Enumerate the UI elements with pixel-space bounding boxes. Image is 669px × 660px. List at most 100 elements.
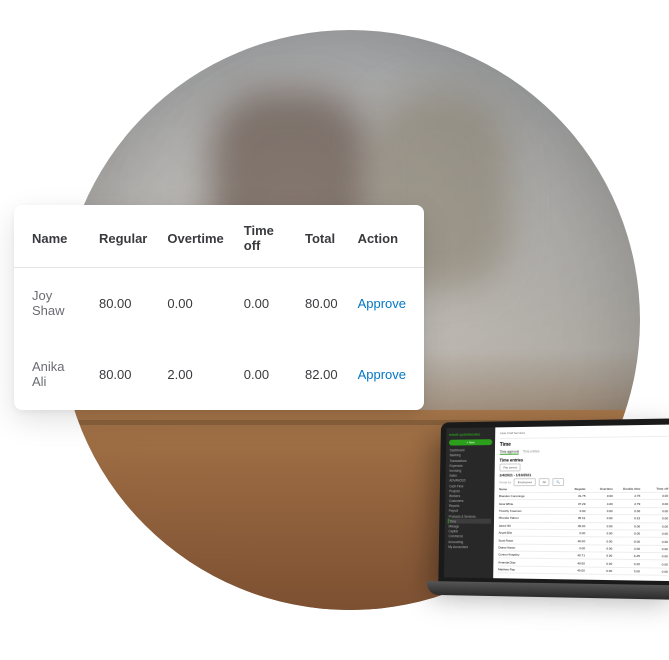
gcell-regular: 40.00	[558, 539, 585, 543]
cell-overtime: 0.00	[157, 268, 233, 339]
gcol-timeoff: Time off	[640, 487, 668, 491]
cell-overtime: 2.00	[157, 339, 233, 410]
cell-name: Anika Ali	[14, 339, 89, 410]
cell-name: Joy Shaw	[14, 268, 89, 339]
gcell-timeoff: 0.00	[640, 524, 668, 528]
gcell-doubletime: 0.00	[612, 546, 640, 550]
approve-button[interactable]: Approve	[358, 296, 406, 311]
gcell-doubletime: 2.79	[613, 502, 641, 506]
gcell-timeoff: 0.00	[640, 502, 668, 506]
gcell-timeoff: 0.00	[640, 569, 668, 574]
gcell-overtime: 0.00	[585, 569, 612, 573]
new-button[interactable]: + New	[449, 439, 492, 445]
gcol-overtime: Overtime	[586, 487, 613, 491]
grid-row[interactable]: Brandon Cummings31.750.002.750.00	[499, 493, 668, 501]
cell-total: 82.00	[295, 339, 348, 410]
gcell-doubletime: 0.22	[613, 517, 641, 521]
app-screenshot: intuit quickbooks + New DashboardBanking…	[444, 425, 669, 582]
gcell-doubletime: 3.25	[612, 561, 640, 565]
col-total: Total	[295, 205, 348, 268]
gcell-regular: 0.00	[558, 546, 585, 550]
gcell-timeoff: 0.00	[640, 554, 668, 558]
time-approval-table: Name Regular Overtime Time off Total Act…	[14, 205, 424, 410]
time-approval-card: Name Regular Overtime Time off Total Act…	[14, 205, 424, 410]
gcell-regular: 37.29	[558, 502, 585, 506]
gcell-timeoff: 0.00	[640, 547, 668, 551]
approve-button[interactable]: Approve	[358, 367, 406, 382]
table-header-row: Name Regular Overtime Time off Total Act…	[14, 205, 424, 268]
gcell-overtime: 0.00	[585, 561, 612, 565]
gcell-doubletime: 3.00	[612, 569, 640, 573]
gcell-name: Gina White	[499, 502, 559, 506]
gcell-doubletime: 0.00	[613, 509, 641, 513]
gcell-doubletime: 0.00	[612, 524, 640, 528]
cell-timeoff: 0.00	[234, 339, 295, 410]
gcell-doubletime: 0.00	[612, 531, 640, 535]
gcell-name: Amanda Diaz	[498, 560, 558, 565]
filter-select[interactable]: All	[539, 478, 550, 486]
group-by-label: Group by	[499, 480, 511, 484]
app-sidebar: intuit quickbooks + New DashboardBanking…	[444, 427, 495, 578]
table-row: Joy Shaw 80.00 0.00 0.00 80.00 Approve	[14, 268, 424, 339]
grid-row[interactable]: Matthew Ray40.000.003.000.00	[498, 566, 668, 576]
col-timeoff: Time off	[234, 205, 295, 268]
laptop-screen: intuit quickbooks + New DashboardBanking…	[438, 418, 669, 587]
gcell-doubletime: 2.75	[613, 494, 641, 498]
time-entries-grid: Name Regular Overtime Double time Time o…	[498, 485, 668, 576]
pay-period-select[interactable]: Pay period	[499, 463, 520, 471]
tab-time-approval[interactable]: Time approval	[500, 450, 519, 455]
gcell-name: Matthew Ray	[498, 567, 558, 572]
gcell-timeoff: 0.00	[640, 494, 668, 498]
gcell-overtime: 0.00	[585, 494, 612, 498]
cell-total: 80.00	[295, 268, 348, 339]
gcell-regular: 35.31	[558, 516, 585, 520]
gcell-timeoff: 0.00	[640, 532, 668, 536]
gcell-regular: 0.00	[558, 509, 585, 513]
col-name: Name	[14, 205, 89, 268]
gcell-overtime: 0.00	[585, 516, 612, 520]
filter-row: Pay period	[499, 462, 668, 471]
gcell-name: Brandon Cummings	[499, 494, 559, 498]
gcell-timeoff: 0.00	[640, 517, 668, 521]
app-main: Intuit Craft Services Time Time approval…	[493, 425, 669, 582]
cell-regular: 80.00	[89, 339, 157, 410]
gcell-name: Rhonda Palmer	[499, 516, 559, 520]
gcol-regular: Regular	[559, 487, 586, 491]
gcell-overtime: 0.00	[585, 539, 612, 543]
col-overtime: Overtime	[157, 205, 233, 268]
gcell-doubletime: 0.00	[612, 539, 640, 543]
group-by-select[interactable]: Employees	[514, 478, 536, 486]
gcell-overtime: 0.00	[585, 524, 612, 528]
table-row: Anika Ali 80.00 2.00 0.00 82.00 Approve	[14, 339, 424, 410]
gcell-timeoff: 0.00	[640, 562, 668, 566]
gcol-name: Name	[499, 487, 559, 491]
cell-regular: 80.00	[89, 268, 157, 339]
page-tabs: Time approval Time entries	[500, 448, 669, 456]
gcell-name: Jared Hill	[499, 523, 559, 527]
gcell-timeoff: 0.00	[640, 509, 668, 513]
gcell-overtime: 0.00	[585, 509, 612, 513]
tab-time-entries[interactable]: Time entries	[523, 449, 540, 454]
gcell-name: Connor Kingsley	[498, 553, 558, 558]
gcell-name: Scott Rowe	[498, 538, 558, 542]
brand-logo: intuit quickbooks	[449, 430, 492, 437]
gcell-name: Angel Ellis	[499, 531, 559, 535]
search-input[interactable]: 🔍	[552, 478, 564, 486]
gcell-doubletime: 4.25	[612, 554, 640, 558]
gcell-overtime: 0.00	[585, 546, 612, 550]
col-action: Action	[348, 205, 424, 268]
gcell-overtime: 0.00	[585, 554, 612, 558]
sidebar-item[interactable]: My Accountant	[447, 544, 491, 550]
gcell-regular: 40.00	[558, 561, 585, 565]
gcell-regular: 45.00	[558, 524, 585, 528]
window-title: Intuit Craft Services	[500, 428, 669, 439]
gcell-overtime: 0.00	[585, 531, 612, 535]
gcell-overtime: 4.00	[585, 502, 612, 506]
gcell-regular: 40.00	[558, 568, 585, 572]
gcol-doubletime: Double time	[613, 487, 641, 491]
page-title: Time	[500, 440, 669, 448]
cell-timeoff: 0.00	[234, 268, 295, 339]
gcell-timeoff: 0.00	[640, 539, 668, 543]
gcell-name: Diana Hunter	[498, 545, 558, 550]
laptop-mockup: intuit quickbooks + New DashboardBanking…	[438, 418, 669, 587]
